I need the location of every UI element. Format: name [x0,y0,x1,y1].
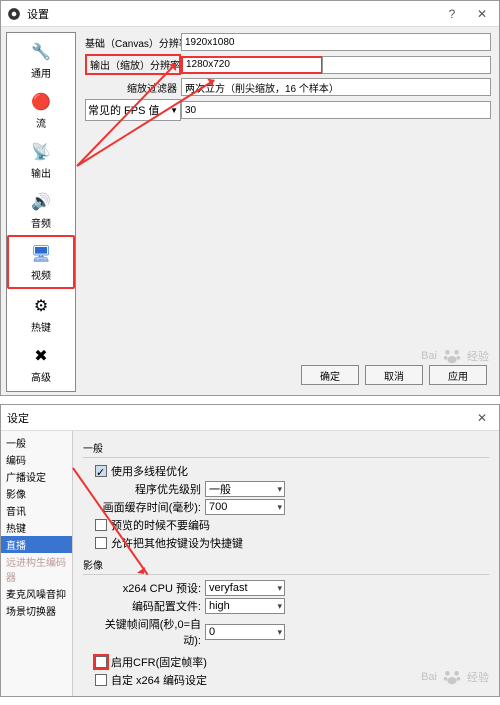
fps-value-input[interactable] [181,101,491,119]
profile-select[interactable]: high [205,598,285,614]
sidebar: 🔧通用 🔴流 📡输出 🔊音频 🖥视频 ⚙热键 ✖高级 [6,32,76,392]
buffer-input[interactable]: 700 [205,499,285,515]
sidebar-item-audio[interactable]: 🔊音频 [7,185,75,235]
titlebar-2: 设定 ✕ [1,405,499,431]
side-item-encoding[interactable]: 编码 [1,451,72,468]
close-button[interactable]: ✕ [471,7,493,21]
antenna-icon: 📡 [29,140,53,164]
side-item-scene[interactable]: 场景切换器 [1,602,72,619]
side-item-video[interactable]: 影像 [1,485,72,502]
keyframe-input[interactable]: 0 [205,624,285,640]
app-icon [7,7,21,21]
window-title: 设置 [27,6,49,22]
side-item-stream[interactable]: 直播 [1,536,72,553]
cancel-button[interactable]: 取消 [365,365,423,385]
settings-window: 设置 ? ✕ 🔧通用 🔴流 📡输出 🔊音频 🖥视频 ⚙热键 ✖高级 基础（Can… [0,0,500,396]
settings-window-2: 设定 ✕ 一般 编码 广播设定 影像 音讯 热键 直播 远进构生编码器 麦克风噪… [0,404,500,697]
content-panel: 基础（Canvas）分辨率 输出（缩放）分辨率 缩放过滤器 常见的 FPS 值▼ [81,27,499,397]
dot-icon: 🔴 [29,90,53,114]
sidebar-item-advanced[interactable]: ✖高级 [7,339,75,389]
window-title-2: 设定 [7,410,29,426]
side-item-hotkey[interactable]: 热键 [1,519,72,536]
base-resolution-label: 基础（Canvas）分辨率 [85,35,181,50]
speaker-icon: 🔊 [29,190,53,214]
side-item-broadcast[interactable]: 广播设定 [1,468,72,485]
multithread-checkbox[interactable]: ✓ [95,465,107,477]
sidebar-item-video[interactable]: 🖥视频 [7,235,75,289]
scale-filter-select[interactable] [181,78,491,96]
custom-x264-checkbox[interactable] [95,674,107,686]
sidebar-item-general[interactable]: 🔧通用 [7,35,75,85]
gear-icon: ⚙ [29,294,53,318]
priority-select[interactable]: 一般 [205,481,285,497]
output-resolution-rest[interactable] [322,56,491,74]
preview-skip-checkbox[interactable] [95,519,107,531]
preset-select[interactable]: veryfast [205,580,285,596]
monitor-icon: 🖥 [29,242,53,266]
hotkey-checkbox[interactable] [95,537,107,549]
content-2: 一般 ✓使用多线程优化 程序优先级别一般 画面缓存时间(毫秒):700 预览的时… [73,431,499,696]
titlebar: 设置 ? ✕ [1,1,499,27]
cfr-checkbox[interactable] [95,656,107,668]
side-item-encoder2[interactable]: 远进构生编码器 [1,553,72,585]
output-resolution-input[interactable] [181,56,323,74]
sidebar-item-hotkeys[interactable]: ⚙热键 [7,289,75,339]
close-button-2[interactable]: ✕ [471,411,493,425]
wrench-icon: 🔧 [29,40,53,64]
base-resolution-input[interactable] [181,33,491,51]
side-item-mic[interactable]: 麦克风噪音抑 [1,585,72,602]
section-general: 一般 [83,440,489,458]
sidebar-2: 一般 编码 广播设定 影像 音讯 热键 直播 远进构生编码器 麦克风噪音抑 场景… [1,431,73,696]
help-button[interactable]: ? [441,7,463,21]
apply-button[interactable]: 应用 [429,365,487,385]
chevron-down-icon: ▼ [170,106,178,115]
side-item-audio[interactable]: 音讯 [1,502,72,519]
scale-filter-label: 缩放过滤器 [85,80,181,95]
fps-type-select[interactable]: 常见的 FPS 值▼ [85,99,181,121]
sidebar-item-output[interactable]: 📡输出 [7,135,75,185]
output-resolution-label: 输出（缩放）分辨率 [85,54,181,75]
sidebar-item-stream[interactable]: 🔴流 [7,85,75,135]
tools-icon: ✖ [29,344,53,368]
section-video: 影像 [83,557,489,575]
side-item-general[interactable]: 一般 [1,434,72,451]
ok-button[interactable]: 确定 [301,365,359,385]
